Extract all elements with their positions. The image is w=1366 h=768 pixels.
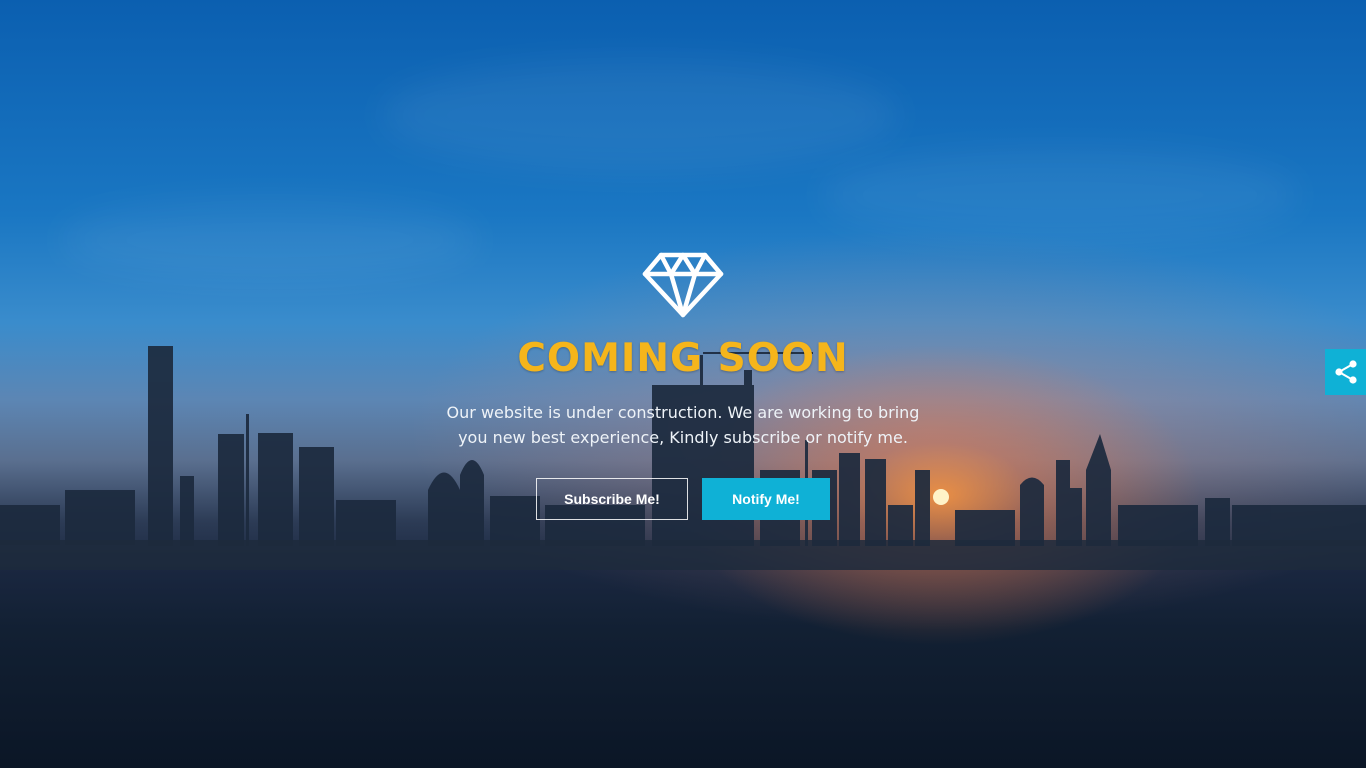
page-description: Our website is under construction. We ar… (420, 400, 946, 450)
subscribe-button[interactable]: Subscribe Me! (536, 478, 688, 520)
description-line-2: you new best experience, Kindly subscrib… (458, 428, 908, 447)
share-button[interactable] (1325, 349, 1366, 395)
diamond-icon (642, 252, 724, 318)
share-icon (1334, 360, 1357, 384)
page-title: COMING SOON (517, 336, 849, 381)
description-line-1: Our website is under construction. We ar… (446, 403, 920, 422)
hero-section: COMING SOON Our website is under constru… (0, 0, 1366, 768)
notify-button[interactable]: Notify Me! (702, 478, 830, 520)
